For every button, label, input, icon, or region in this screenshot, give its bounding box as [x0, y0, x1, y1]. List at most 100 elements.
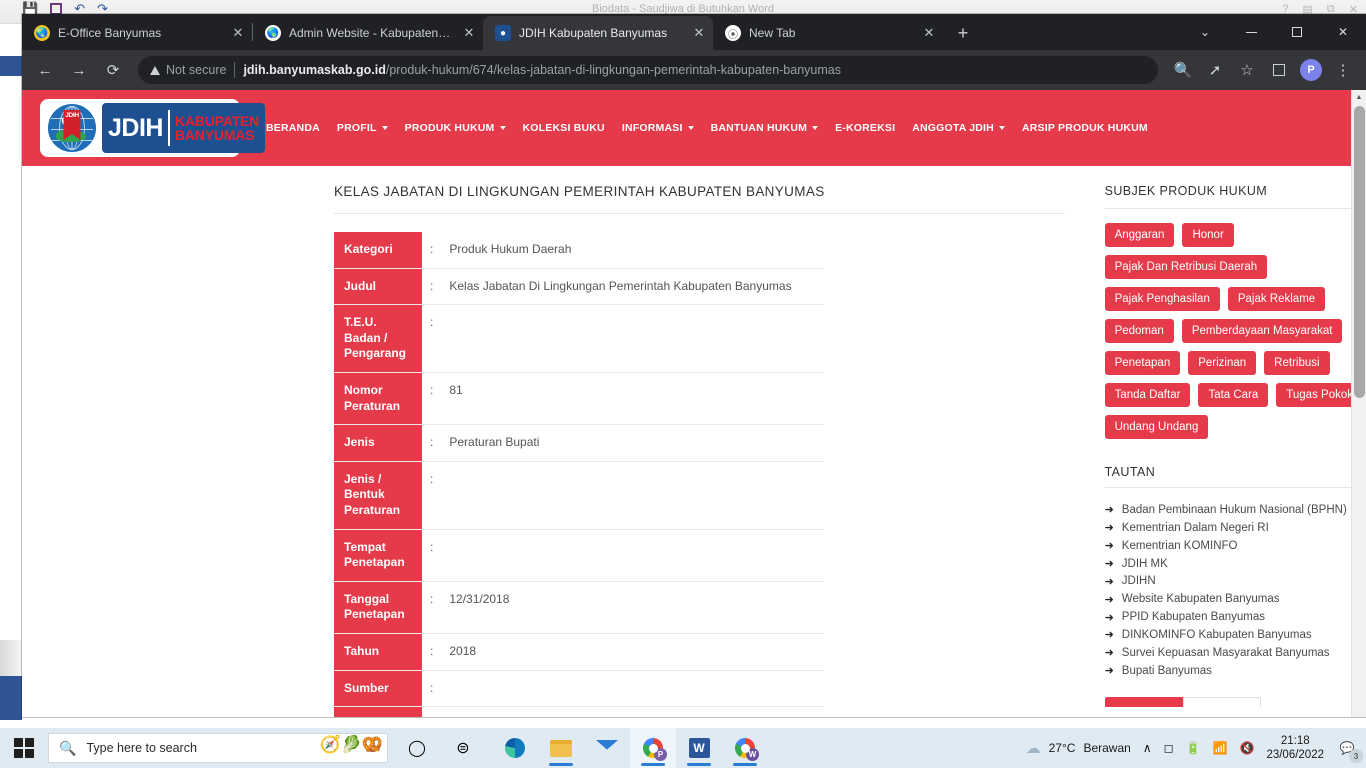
nav-item-bantuan-hukum[interactable]: BANTUAN HUKUM	[711, 122, 819, 134]
tab-close-button[interactable]: ✕	[691, 25, 707, 41]
partial-button-row[interactable]	[1104, 696, 1366, 707]
subject-tag[interactable]: Honor	[1182, 223, 1234, 247]
chrome-menu-button[interactable]: ⋮	[1328, 55, 1358, 85]
list-item[interactable]: ➜ Badan Pembinaan Hukum Nasional (BPHN)	[1105, 502, 1366, 520]
subject-tag[interactable]: Pajak Penghasilan	[1104, 287, 1220, 311]
chrome-profile-w-icon[interactable]: W	[722, 728, 768, 768]
tautan-link[interactable]: Badan Pembinaan Hukum Nasional (BPHN)	[1122, 503, 1347, 519]
tab-close-button[interactable]: ✕	[461, 25, 477, 41]
detail-key: Tanggal Penetapan	[334, 581, 422, 634]
mail-icon[interactable]	[584, 728, 630, 768]
minimize-button[interactable]	[1228, 14, 1274, 50]
arrow-right-icon: ➜	[1104, 593, 1114, 606]
tab-jdih-kabupaten-banyumas[interactable]: ● JDIH Kabupaten Banyumas ✕	[483, 16, 713, 50]
notification-icon[interactable]: 💬 3	[1336, 737, 1363, 763]
subject-tag[interactable]: Pajak Reklame	[1227, 287, 1326, 311]
close-button[interactable]: ✕	[1320, 14, 1366, 50]
tautan-link[interactable]: Kementrian Dalam Negeri RI	[1122, 521, 1269, 537]
forward-button[interactable]: →	[64, 55, 94, 85]
start-button[interactable]	[0, 738, 48, 758]
nav-item-profil[interactable]: PROFIL	[337, 122, 388, 134]
new-tab-button[interactable]: +	[949, 19, 977, 47]
subject-tag[interactable]: Tanda Daftar	[1104, 383, 1191, 407]
share-icon[interactable]: ➚	[1200, 55, 1230, 85]
partial-secondary-button[interactable]	[1182, 696, 1261, 707]
star-icon[interactable]: ☆	[1232, 55, 1262, 85]
site-logo[interactable]: JDIH JDIH KABUPATEN BANYUMAS	[40, 99, 265, 157]
subject-tag[interactable]: Pajak Dan Retribusi Daerah	[1104, 255, 1268, 279]
security-indicator[interactable]: Not secure	[150, 63, 226, 77]
side-panel-icon[interactable]	[1264, 55, 1294, 85]
subject-tag[interactable]: Anggaran	[1104, 223, 1175, 247]
subject-tag[interactable]: Pemberdayaan Masyarakat	[1181, 319, 1343, 343]
weather-widget[interactable]: ☁ 27°C Berawan	[1026, 739, 1131, 757]
list-item[interactable]: ➜ DINKOMINFO Kabupaten Banyumas	[1105, 627, 1366, 645]
address-bar[interactable]: Not secure jdih.banyumaskab.go.id/produk…	[138, 56, 1158, 84]
tautan-link[interactable]: JDIHN	[1122, 574, 1156, 590]
edge-icon[interactable]	[492, 728, 538, 768]
volume-mute-icon[interactable]: 🔇	[1239, 741, 1254, 755]
tautan-link[interactable]: Kementrian KOMINFO	[1122, 539, 1238, 555]
task-view-button[interactable]: ⊜	[440, 728, 486, 768]
system-tray: ☁ 27°C Berawan ∧ ◻ 🔋 📶 🔇 21:18 23/06/202…	[1026, 734, 1366, 763]
detail-key: Tempat Penetapan	[334, 529, 422, 582]
list-item[interactable]: ➜ JDIH MK	[1105, 556, 1366, 574]
list-item[interactable]: ➜ Kementrian KOMINFO	[1105, 538, 1366, 556]
list-item[interactable]: ➜ Survei Kepuasan Masyarakat Banyumas	[1105, 645, 1366, 663]
tab-admin-website[interactable]: 🌎 Admin Website - Kabupaten Ban ✕	[253, 16, 483, 50]
wifi-icon[interactable]: 📶	[1213, 741, 1228, 755]
nav-item-koleksi-buku[interactable]: KOLEKSI BUKU	[523, 122, 605, 134]
battery-icon[interactable]: 🔋	[1186, 741, 1201, 755]
nav-item-anggota-jdih[interactable]: ANGGOTA JDIH	[912, 122, 1005, 134]
nav-item-e-koreksi[interactable]: E-KOREKSI	[835, 122, 895, 134]
tautan-link[interactable]: Survei Kepuasan Masyarakat Banyumas	[1122, 646, 1330, 662]
subject-tag[interactable]: Tata Cara	[1198, 383, 1269, 407]
nav-item-produk-hukum[interactable]: PRODUK HUKUM	[405, 122, 506, 134]
subject-tag[interactable]: Tugas Pokok	[1276, 383, 1363, 407]
list-item[interactable]: ➜ Website Kabupaten Banyumas	[1105, 591, 1366, 609]
reload-button[interactable]: ⟳	[98, 55, 128, 85]
arrow-right-icon: ➜	[1104, 629, 1114, 642]
chrome-icon: W	[735, 738, 759, 761]
list-item[interactable]: ➜ Bupati Banyumas	[1105, 663, 1366, 681]
tautan-link[interactable]: PPID Kabupaten Banyumas	[1122, 610, 1265, 626]
tab-close-button[interactable]: ✕	[230, 25, 246, 41]
list-item[interactable]: ➜ JDIHN	[1105, 573, 1366, 591]
nav-item-beranda[interactable]: BERANDA	[266, 122, 320, 134]
tab-e-office-banyumas[interactable]: 🌏 E-Office Banyumas ✕	[22, 16, 252, 50]
word-icon[interactable]: W	[676, 728, 722, 768]
search-input[interactable]: 🔍 Type here to search 🧭 🥬 🥨	[48, 733, 388, 763]
scroll-up-arrow-icon[interactable]: ▲	[1352, 90, 1366, 105]
zoom-out-icon[interactable]: 🔍	[1168, 55, 1198, 85]
chevron-down-icon	[687, 126, 694, 130]
scrollbar-thumb[interactable]	[1354, 106, 1365, 398]
page-scrollbar[interactable]: ▲	[1351, 90, 1366, 717]
nav-item-informasi[interactable]: INFORMASI	[622, 122, 694, 134]
notification-count-badge: 3	[1349, 749, 1363, 763]
camera-icon[interactable]: ◻	[1164, 741, 1174, 755]
list-item[interactable]: ➜ PPID Kabupaten Banyumas	[1105, 609, 1366, 627]
tautan-link[interactable]: Website Kabupaten Banyumas	[1122, 592, 1280, 608]
partial-primary-button[interactable]	[1104, 696, 1183, 707]
subject-tag[interactable]: Pedoman	[1104, 319, 1174, 343]
subject-tag[interactable]: Penetapan	[1104, 351, 1181, 375]
chrome-profile-p-icon[interactable]: P	[630, 728, 676, 768]
subject-tag[interactable]: Perizinan	[1188, 351, 1257, 375]
tautan-link[interactable]: DINKOMINFO Kabupaten Banyumas	[1122, 628, 1312, 644]
tautan-link[interactable]: JDIH MK	[1122, 557, 1168, 573]
back-button[interactable]: ←	[30, 55, 60, 85]
subject-tag[interactable]: Undang Undang	[1104, 415, 1209, 439]
cortana-button[interactable]: ◯	[394, 728, 440, 768]
subject-tag[interactable]: Retribusi	[1264, 351, 1330, 375]
tab-new-tab[interactable]: ⦿ New Tab ✕	[713, 16, 943, 50]
tab-close-button[interactable]: ✕	[921, 25, 937, 41]
tab-search-chevron-icon[interactable]: ⌄	[1182, 14, 1228, 50]
file-explorer-icon[interactable]	[538, 728, 584, 768]
list-item[interactable]: ➜ Kementrian Dalam Negeri RI	[1105, 520, 1366, 538]
tautan-link[interactable]: Bupati Banyumas	[1122, 664, 1212, 680]
show-hidden-icons-chevron-icon[interactable]: ∧	[1143, 741, 1152, 755]
maximize-button[interactable]	[1274, 14, 1320, 50]
avatar[interactable]: P	[1296, 55, 1326, 85]
nav-item-arsip-produk-hukum[interactable]: ARSIP PRODUK HUKUM	[1022, 122, 1148, 134]
clock[interactable]: 21:18 23/06/2022	[1266, 734, 1324, 763]
